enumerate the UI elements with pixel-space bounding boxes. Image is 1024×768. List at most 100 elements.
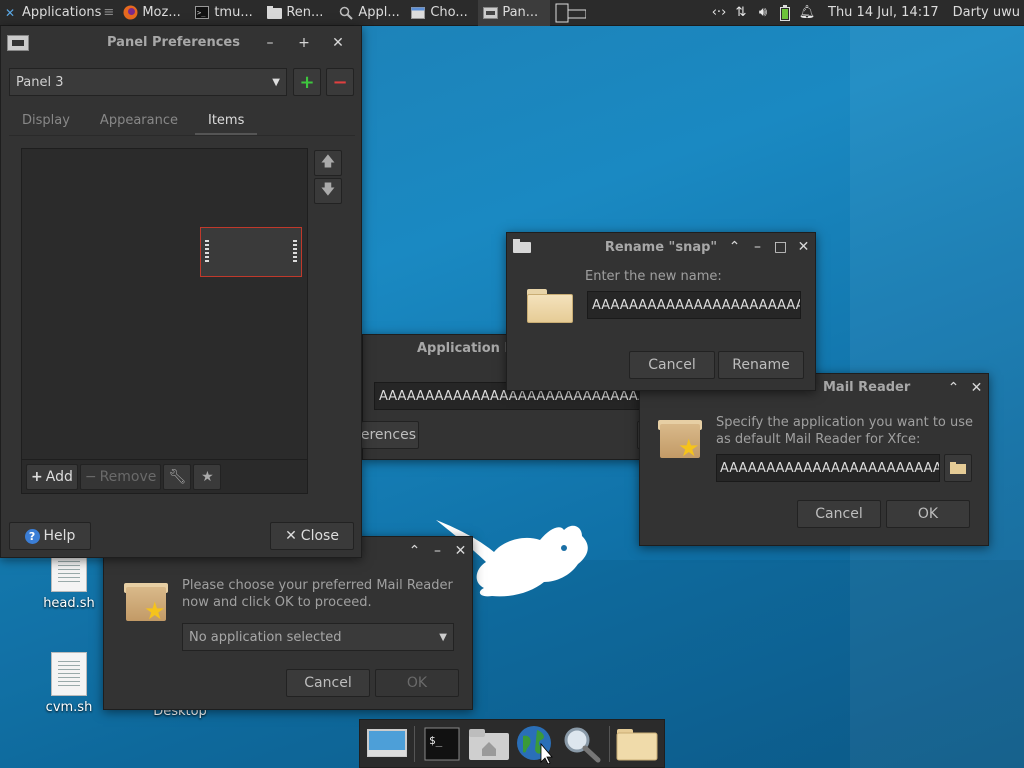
window-controls: ⌃ – ✕: [403, 540, 472, 562]
mail-reader-select[interactable]: No application selected ▼: [182, 623, 454, 651]
terminal-launcher[interactable]: $_: [419, 722, 465, 766]
browse-button[interactable]: [944, 454, 972, 482]
items-list[interactable]: [22, 149, 307, 459]
transfer-icon[interactable]: ⇅: [730, 0, 752, 26]
items-list-frame: + Add − Remove 🔧︎ ★: [21, 148, 308, 494]
close-icon[interactable]: ✕: [965, 377, 988, 399]
tab-appearance[interactable]: Appearance: [83, 106, 195, 135]
items-toolbar: + Add − Remove 🔧︎ ★: [22, 459, 307, 493]
remove-panel-button[interactable]: −: [326, 68, 354, 96]
mail-reader-cancel-button[interactable]: Cancel: [797, 500, 881, 528]
task-firefox[interactable]: Moz...: [118, 0, 190, 26]
tab-items[interactable]: Items: [194, 106, 258, 135]
task-rename[interactable]: Ren...: [262, 0, 334, 26]
mail-choose-ok-button[interactable]: OK: [375, 669, 459, 697]
arrow-up-icon: 🡅: [320, 154, 336, 170]
plus-icon: +: [31, 468, 43, 485]
app-finder-preferences-button[interactable]: references: [342, 421, 419, 449]
panel-icon: [482, 5, 498, 21]
battery-icon[interactable]: [774, 0, 796, 26]
star-icon: ★: [201, 468, 214, 485]
files-launcher[interactable]: [614, 722, 660, 766]
terminal-icon: $_: [424, 727, 460, 760]
globe-icon: [517, 725, 554, 764]
mail-choose-cancel-button[interactable]: Cancel: [286, 669, 370, 697]
task-choose[interactable]: Cho...: [406, 0, 478, 26]
user-menu[interactable]: Darty uwu: [947, 0, 1024, 26]
edit-item-button[interactable]: 🔧︎: [163, 463, 192, 490]
volume-icon[interactable]: 🔊︎: [752, 0, 774, 26]
panel-icon: [7, 35, 29, 55]
desktop-icon: [367, 728, 408, 757]
window-controls: ⌃ – □ ✕: [723, 236, 815, 258]
magnifier-icon: [564, 727, 601, 762]
move-up-button[interactable]: 🡅: [314, 150, 342, 176]
panel-select-value: Panel 3: [16, 74, 64, 90]
window-controls: ⌃ ✕: [942, 377, 988, 399]
home-folder-launcher[interactable]: [466, 722, 512, 766]
minimize-icon[interactable]: –: [426, 540, 449, 562]
panel-prefs-titlebar[interactable]: Panel Preferences – + ✕: [1, 26, 361, 60]
shade-icon[interactable]: ⌃: [723, 236, 746, 258]
workspace-switcher[interactable]: [550, 0, 590, 26]
rename-cancel-button[interactable]: Cancel: [629, 351, 715, 379]
close-icon[interactable]: ✕: [321, 32, 355, 54]
notifications-bell-icon[interactable]: 🔔︎: [796, 0, 818, 26]
clock[interactable]: Thu 14 Jul, 14:17: [818, 0, 947, 26]
folder-icon: [950, 462, 966, 474]
shade-icon[interactable]: ⌃: [403, 540, 426, 562]
close-icon: ✕: [285, 528, 297, 544]
workspace-icon: [555, 3, 587, 22]
maximize-icon[interactable]: +: [287, 32, 321, 54]
task-label: Ren...: [286, 5, 324, 20]
rename-dialog: Rename "snap" ⌃ – □ ✕ Enter the new name…: [506, 232, 816, 391]
minus-icon: −: [84, 468, 97, 485]
applications-menu[interactable]: ✕ Applications ≡: [0, 0, 118, 26]
folder-icon: [527, 287, 573, 323]
remove-item-button[interactable]: − Remove: [79, 463, 162, 490]
shade-icon[interactable]: ⌃: [942, 377, 965, 399]
network-icon[interactable]: ‹·›: [708, 0, 730, 26]
rename-prompt: Enter the new name:: [585, 269, 722, 284]
window-controls: – + ✕: [253, 32, 355, 54]
close-button[interactable]: ✕ Close: [270, 522, 354, 550]
mail-reader-choose-window: ⌃ – ✕ ★ Please choose your preferred Mai…: [103, 536, 473, 710]
arrow-down-icon: 🡇: [320, 182, 336, 198]
add-item-button[interactable]: + Add: [26, 463, 78, 490]
task-terminal[interactable]: >_ tmu...: [190, 0, 262, 26]
script-file-icon: [51, 652, 87, 696]
terminal-icon: >_: [194, 5, 210, 21]
mail-reader-choose-text: Please choose your preferred Mail Reader…: [182, 578, 453, 610]
mail-reader-specify-text: Specify the application you want to use …: [716, 415, 974, 447]
help-button[interactable]: ? Help: [9, 522, 91, 550]
task-label: Cho...: [430, 5, 468, 20]
move-down-button[interactable]: 🡇: [314, 178, 342, 204]
about-item-button[interactable]: ★: [193, 463, 222, 490]
grip-handle-icon: [205, 240, 209, 264]
panel-select[interactable]: Panel 3 ▼: [9, 68, 287, 96]
dock-separator: [608, 725, 610, 762]
mail-reader-command-field[interactable]: AAAAAAAAAAAAAAAAAAAAAAAAAA: [716, 454, 940, 482]
close-icon[interactable]: ✕: [792, 236, 815, 258]
separator-icon: ≡: [103, 5, 115, 20]
package-star-icon: ★: [124, 581, 168, 625]
minimize-icon[interactable]: –: [746, 236, 769, 258]
wrench-icon: 🔧︎: [168, 468, 187, 485]
task-panel-prefs[interactable]: Pan...: [478, 0, 551, 26]
app-finder-launcher[interactable]: [558, 722, 604, 766]
rename-button[interactable]: Rename: [718, 351, 804, 379]
desktop-icon-cvm-sh[interactable]: cvm.sh: [29, 652, 109, 715]
close-icon[interactable]: ✕: [449, 540, 472, 562]
package-star-icon: ★: [658, 418, 702, 462]
panel-preview-highlight: [200, 227, 302, 277]
add-panel-button[interactable]: +: [293, 68, 321, 96]
mail-reader-ok-button[interactable]: OK: [886, 500, 970, 528]
show-desktop-launcher[interactable]: [364, 722, 410, 766]
task-app-finder[interactable]: Appl...: [334, 0, 406, 26]
web-browser-launcher[interactable]: [512, 722, 558, 766]
rename-titlebar[interactable]: Rename "snap" ⌃ – □ ✕: [507, 233, 815, 261]
rename-name-field[interactable]: AAAAAAAAAAAAAAAAAAAAAAA: [587, 291, 801, 319]
tab-display[interactable]: Display: [9, 106, 83, 135]
minimize-icon[interactable]: –: [253, 32, 287, 54]
maximize-icon[interactable]: □: [769, 236, 792, 258]
